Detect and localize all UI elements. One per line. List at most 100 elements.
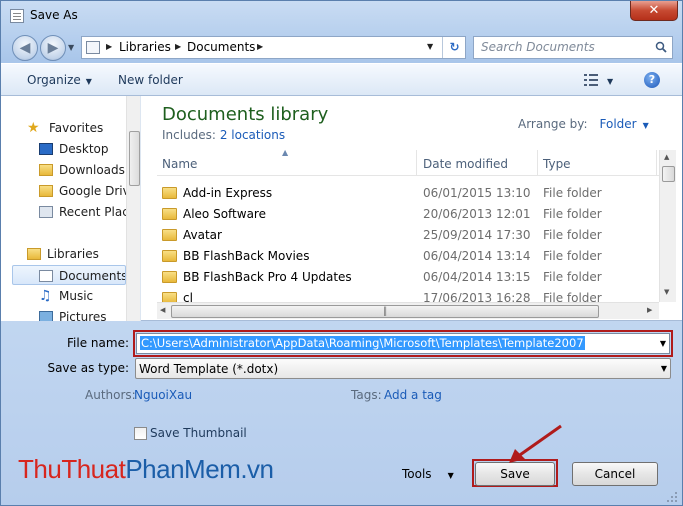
organize-button[interactable]: Organize ▼ [27,73,92,87]
view-options-dropdown-icon[interactable]: ▼ [607,73,613,87]
save-as-type-label: Save as type: [47,361,129,375]
file-name-field[interactable]: C:\Users\Administrator\AppData\Roaming\M… [133,330,673,357]
sort-ascending-icon: ▲ [282,148,289,157]
back-arrow-icon[interactable]: ◀ [12,35,38,61]
title-bar[interactable]: Save As ✕ [1,1,682,31]
folder-icon [162,208,177,220]
file-type: File folder [543,186,602,200]
file-name-label: File name: [67,336,129,350]
arrange-label: Arrange by: [518,117,588,131]
column-divider[interactable] [537,150,538,176]
file-row[interactable]: BB FlashBack Pro 4 Updates 06/04/2014 13… [157,267,667,288]
scroll-down-icon[interactable]: ▼ [664,288,669,296]
help-icon[interactable]: ? [644,72,660,88]
scrollbar-thumb[interactable]: ║ [171,305,599,318]
chevron-down-icon[interactable]: ▼ [643,121,649,130]
column-name[interactable]: Name [162,157,197,171]
file-name: BB FlashBack Pro 4 Updates [183,270,352,284]
libraries-label: Libraries [47,247,99,261]
chevron-right-icon[interactable]: ▶ [257,42,263,51]
forward-arrow-icon[interactable]: ▶ [40,35,66,61]
search-input[interactable]: Search Documents [473,36,673,59]
breadcrumb-libraries[interactable]: Libraries [119,40,171,54]
file-row[interactable]: cl 17/06/2013 16:28 File folder [157,288,667,302]
chevron-down-icon[interactable]: ▼ [661,364,667,373]
file-row[interactable]: Aleo Software 20/06/2013 12:01 File fold… [157,204,667,225]
file-row[interactable]: Add-in Express 06/01/2015 13:10 File fol… [157,183,667,204]
column-divider[interactable] [416,150,417,176]
scrollbar-thumb[interactable] [662,166,675,182]
save-as-type-select[interactable]: Word Template (*.dotx) ▼ [135,358,671,379]
document-icon [10,9,24,23]
column-headers: ▲ Name Date modified Type [157,148,667,176]
save-thumbnail-checkbox[interactable] [134,427,147,440]
file-date: 06/01/2015 13:10 [423,186,531,200]
search-placeholder: Search Documents [481,40,595,54]
tools-label: Tools [402,467,432,481]
tools-button[interactable]: Tools ▼ [402,467,454,481]
sidebar-libraries[interactable]: Libraries [27,244,127,264]
recent-places-icon [39,206,53,218]
save-button[interactable]: Save [475,462,555,486]
file-list-horizontal-scrollbar[interactable]: ◀ ║ ▶ [157,302,659,319]
music-icon: ♫ [39,288,52,304]
refresh-icon[interactable]: ↻ [442,37,466,58]
arrange-by: Arrange by: Folder ▼ [518,117,649,131]
favorites-label: Favorites [49,121,104,135]
file-date: 06/04/2014 13:14 [423,249,531,263]
arrange-by-dropdown[interactable]: Folder [600,117,637,131]
save-as-type-value: Word Template (*.dotx) [139,362,279,376]
chevron-right-icon[interactable]: ▶ [175,42,181,51]
address-bar[interactable]: ▶ Libraries ▶ Documents ▶ ▼ ↻ [81,36,466,59]
file-list-vertical-scrollbar[interactable]: ▲ ▼ [659,150,676,302]
chevron-right-icon[interactable]: ▶ [106,42,112,51]
search-icon[interactable] [655,41,667,53]
folder-icon [162,292,177,302]
column-type[interactable]: Type [543,157,571,171]
navigation-pane: ★ Favorites Desktop Downloads Google Driv… [1,96,141,321]
scrollbar-thumb[interactable] [129,131,140,186]
column-date-modified[interactable]: Date modified [423,157,508,171]
file-name: cl [183,291,193,302]
library-includes: Includes: 2 locations [162,128,285,142]
change-view-icon[interactable] [584,74,598,86]
resize-grip-icon[interactable] [666,491,678,503]
watermark-logo: ThuThuatPhanMem.vn [18,454,274,485]
file-type: File folder [543,249,602,263]
scroll-left-icon[interactable]: ◀ [160,306,165,314]
file-row[interactable]: BB FlashBack Movies 06/04/2014 13:14 Fil… [157,246,667,267]
new-folder-button[interactable]: New folder [118,73,183,87]
pictures-icon [39,311,53,321]
library-icon [86,41,100,54]
library-title: Documents library [162,104,329,125]
watermark-part: Mem [184,454,241,484]
chevron-down-icon[interactable]: ▼ [660,339,666,348]
file-type: File folder [543,291,602,302]
recent-pages-dropdown-icon[interactable]: ▼ [68,43,74,52]
sidebar-favorites[interactable]: ★ Favorites [27,118,127,138]
breadcrumb-documents[interactable]: Documents [187,40,255,54]
tags-field[interactable]: Add a tag [384,388,442,402]
organize-label: Organize [27,73,81,87]
downloads-folder-icon [39,164,53,176]
file-type: File folder [543,207,602,221]
annotation-arrow-icon [509,424,562,463]
watermark-part: Thu [18,454,62,484]
column-divider[interactable] [656,150,657,176]
scroll-right-icon[interactable]: ▶ [647,306,652,314]
sidebar-scrollbar[interactable] [126,96,140,321]
scroll-up-icon[interactable]: ▲ [664,153,669,161]
documents-icon [39,270,53,282]
file-row[interactable]: Avatar 25/09/2014 17:30 File folder [157,225,667,246]
folder-icon [162,271,177,283]
file-list-pane: Documents library Includes: 2 locations … [142,96,682,321]
navigation-bar: ◀ ▶ ▼ ▶ Libraries ▶ Documents ▶ ▼ ↻ Sear… [1,31,682,63]
cancel-button[interactable]: Cancel [572,462,658,486]
save-thumbnail-label[interactable]: Save Thumbnail [150,426,247,440]
locations-link[interactable]: 2 locations [220,128,285,142]
authors-field[interactable]: NguoiXau [134,388,192,402]
close-button[interactable]: ✕ [630,1,678,21]
sidebar-item-documents[interactable]: Documents [12,265,126,285]
desktop-icon [39,143,53,155]
address-history-dropdown-icon[interactable]: ▼ [427,42,433,51]
